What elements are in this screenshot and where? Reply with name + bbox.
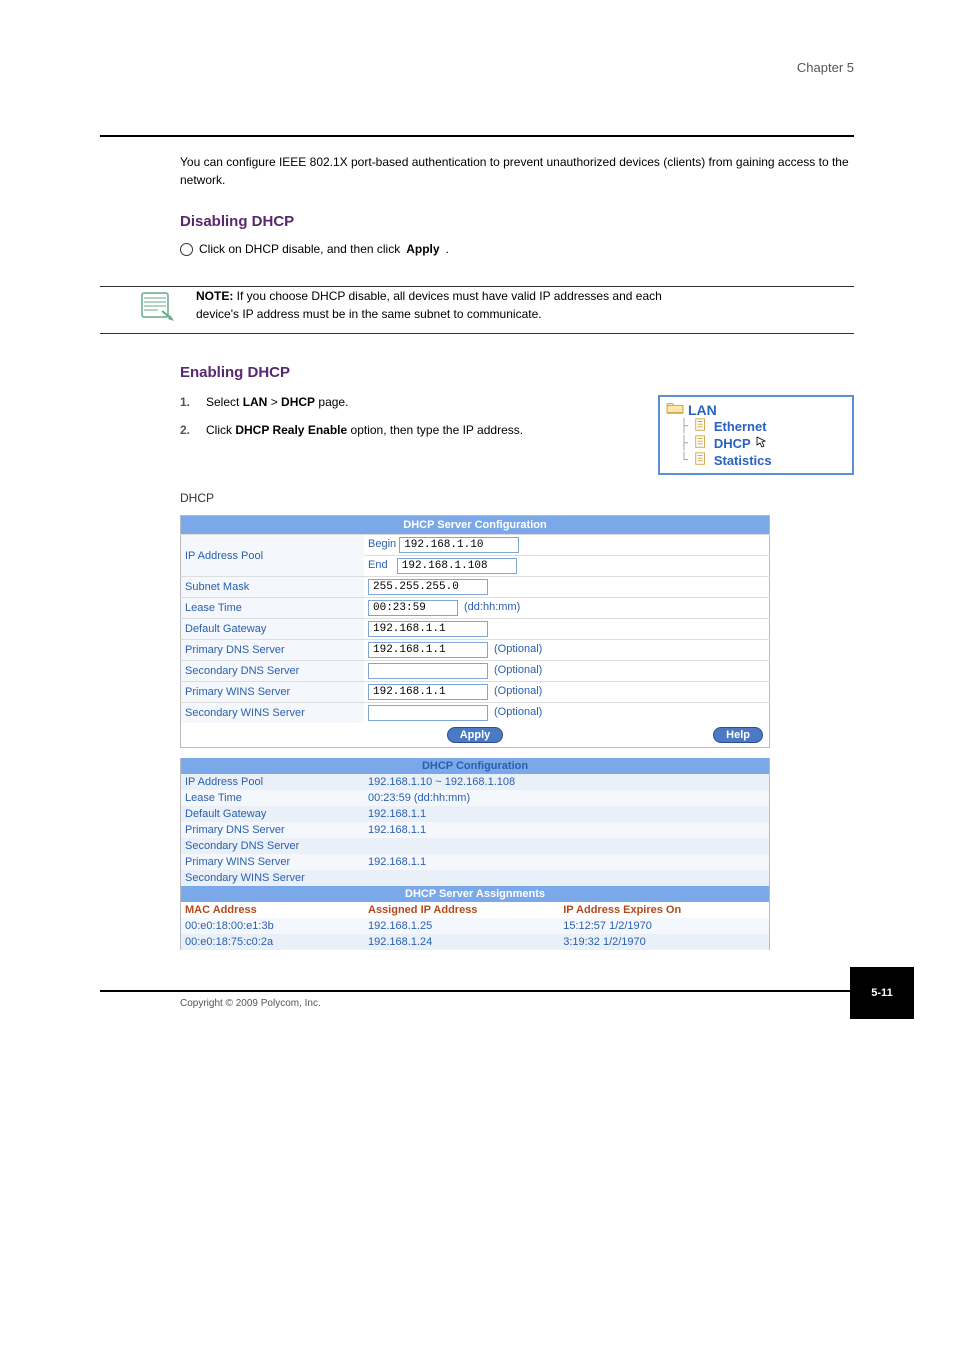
label-dns2: Secondary DNS Server — [181, 661, 365, 682]
dhcp-disable-end: . — [446, 242, 449, 256]
p2-val-6 — [364, 870, 770, 886]
cell-exp: 3:19:32 1/2/1970 — [559, 934, 769, 950]
input-dns1[interactable] — [368, 642, 488, 658]
input-ip-begin[interactable] — [399, 537, 519, 553]
step-1-b1: LAN — [243, 395, 268, 409]
input-dns2[interactable] — [368, 663, 488, 679]
step-1-post: page. — [318, 395, 348, 409]
note-line2: device's IP address must be in the same … — [196, 307, 542, 321]
p2-label-4: Secondary DNS Server — [181, 838, 365, 854]
note-icon — [140, 291, 176, 323]
col-exp: IP Address Expires On — [559, 902, 769, 918]
nav-tree: LAN ├Ethernet ├DHCP └Statistics — [658, 395, 854, 475]
help-button[interactable]: Help — [713, 727, 763, 743]
page-icon — [692, 418, 710, 435]
label-ip-pool: IP Address Pool — [181, 535, 365, 577]
dhcp-config-panel: DHCP Configuration IP Address Pool192.16… — [180, 758, 854, 950]
note-divider-bottom — [100, 333, 854, 334]
divider-top — [100, 135, 854, 137]
p2-val-5: 192.168.1.1 — [364, 854, 770, 870]
input-wins1[interactable] — [368, 684, 488, 700]
step-2: 2. Click DHCP Realy Enable option, then … — [180, 423, 648, 437]
step-1-num: 1. — [180, 395, 196, 409]
radio-icon — [180, 243, 193, 256]
folder-icon — [666, 401, 684, 418]
nav-root[interactable]: LAN — [688, 402, 717, 418]
page-icon — [692, 435, 710, 452]
step-2-b1: DHCP Realy Enable — [235, 423, 347, 437]
p2-val-2: 192.168.1.1 — [364, 806, 770, 822]
label-dns1: Primary DNS Server — [181, 640, 365, 661]
p2-val-3: 192.168.1.1 — [364, 822, 770, 838]
label-gateway: Default Gateway — [181, 619, 365, 640]
step-2-post: option, then type the IP address. — [351, 423, 524, 437]
p2-val-0: 192.168.1.10 ~ 192.168.1.108 — [364, 774, 770, 790]
dns1-opt: (Optional) — [488, 643, 542, 655]
intro-paragraph: You can configure IEEE 802.1X port-based… — [180, 153, 854, 189]
step-1-gt: > — [271, 395, 281, 409]
input-lease[interactable] — [368, 600, 458, 616]
p2-label-5: Primary WINS Server — [181, 854, 365, 870]
input-gateway[interactable] — [368, 621, 488, 637]
panel2-title: DHCP Configuration — [181, 758, 770, 774]
cell-ip: 192.168.1.25 — [364, 918, 559, 934]
table-row: 00:e0:18:75:c0:2a 192.168.1.24 3:19:32 1… — [181, 934, 770, 950]
label-end: End — [368, 559, 388, 571]
note-line1: If you choose DHCP disable, all devices … — [237, 289, 662, 303]
label-wins1: Primary WINS Server — [181, 682, 365, 703]
cell-ip: 192.168.1.24 — [364, 934, 559, 950]
dns2-opt: (Optional) — [488, 664, 542, 676]
page-icon — [692, 452, 710, 469]
label-lease: Lease Time — [181, 598, 365, 619]
heading-disabling-dhcp: Disabling DHCP — [180, 213, 854, 230]
wins1-opt: (Optional) — [488, 685, 542, 697]
dhcp-subheading: DHCP — [180, 491, 854, 505]
panel2-assign-title: DHCP Server Assignments — [181, 886, 770, 902]
step-1-pre: Select — [206, 395, 243, 409]
dhcp-disable-apply: Apply — [406, 242, 439, 256]
label-begin: Begin — [368, 538, 396, 550]
step-2-pre: Click — [206, 423, 235, 437]
input-ip-end[interactable] — [397, 558, 517, 574]
nav-item-dhcp[interactable]: DHCP — [714, 436, 751, 451]
input-subnet[interactable] — [368, 579, 488, 595]
p2-label-0: IP Address Pool — [181, 774, 365, 790]
input-wins2[interactable] — [368, 705, 488, 721]
note-prefix: NOTE: — [196, 289, 237, 303]
heading-enabling-dhcp: Enabling DHCP — [180, 364, 854, 381]
p2-label-3: Primary DNS Server — [181, 822, 365, 838]
step-1-b2: DHCP — [281, 395, 315, 409]
cell-exp: 15:12:57 1/2/1970 — [559, 918, 769, 934]
divider-bottom — [100, 990, 854, 992]
dhcp-disable-line: Click on DHCP disable, and then click Ap… — [180, 242, 854, 256]
wins2-opt: (Optional) — [488, 706, 542, 718]
col-mac: MAC Address — [181, 902, 365, 918]
p2-val-1: 00:23:59 (dd:hh:mm) — [364, 790, 770, 806]
cell-mac: 00:e0:18:00:e1:3b — [181, 918, 365, 934]
label-wins2: Secondary WINS Server — [181, 703, 365, 724]
step-2-num: 2. — [180, 423, 196, 437]
col-ip: Assigned IP Address — [364, 902, 559, 918]
apply-button[interactable]: Apply — [447, 727, 504, 743]
dhcp-server-config-panel: DHCP Server Configuration IP Address Poo… — [180, 515, 854, 748]
table-row: 00:e0:18:00:e1:3b 192.168.1.25 15:12:57 … — [181, 918, 770, 934]
nav-item-statistics[interactable]: Statistics — [714, 453, 772, 468]
panel1-title: DHCP Server Configuration — [181, 516, 770, 535]
p2-label-2: Default Gateway — [181, 806, 365, 822]
p2-val-4 — [364, 838, 770, 854]
copyright-text: Copyright © 2009 Polycom, Inc. — [180, 998, 854, 1009]
label-subnet: Subnet Mask — [181, 577, 365, 598]
chapter-heading: Chapter 5 — [100, 60, 854, 75]
p2-label-1: Lease Time — [181, 790, 365, 806]
lease-suffix: (dd:hh:mm) — [458, 601, 520, 613]
step-1: 1. Select LAN > DHCP page. — [180, 395, 648, 409]
cell-mac: 00:e0:18:75:c0:2a — [181, 934, 365, 950]
cursor-icon — [755, 435, 769, 452]
nav-item-ethernet[interactable]: Ethernet — [714, 419, 767, 434]
dhcp-disable-text: Click on DHCP disable, and then click — [199, 242, 400, 256]
p2-label-6: Secondary WINS Server — [181, 870, 365, 886]
page-number: 5-11 — [850, 967, 914, 1019]
